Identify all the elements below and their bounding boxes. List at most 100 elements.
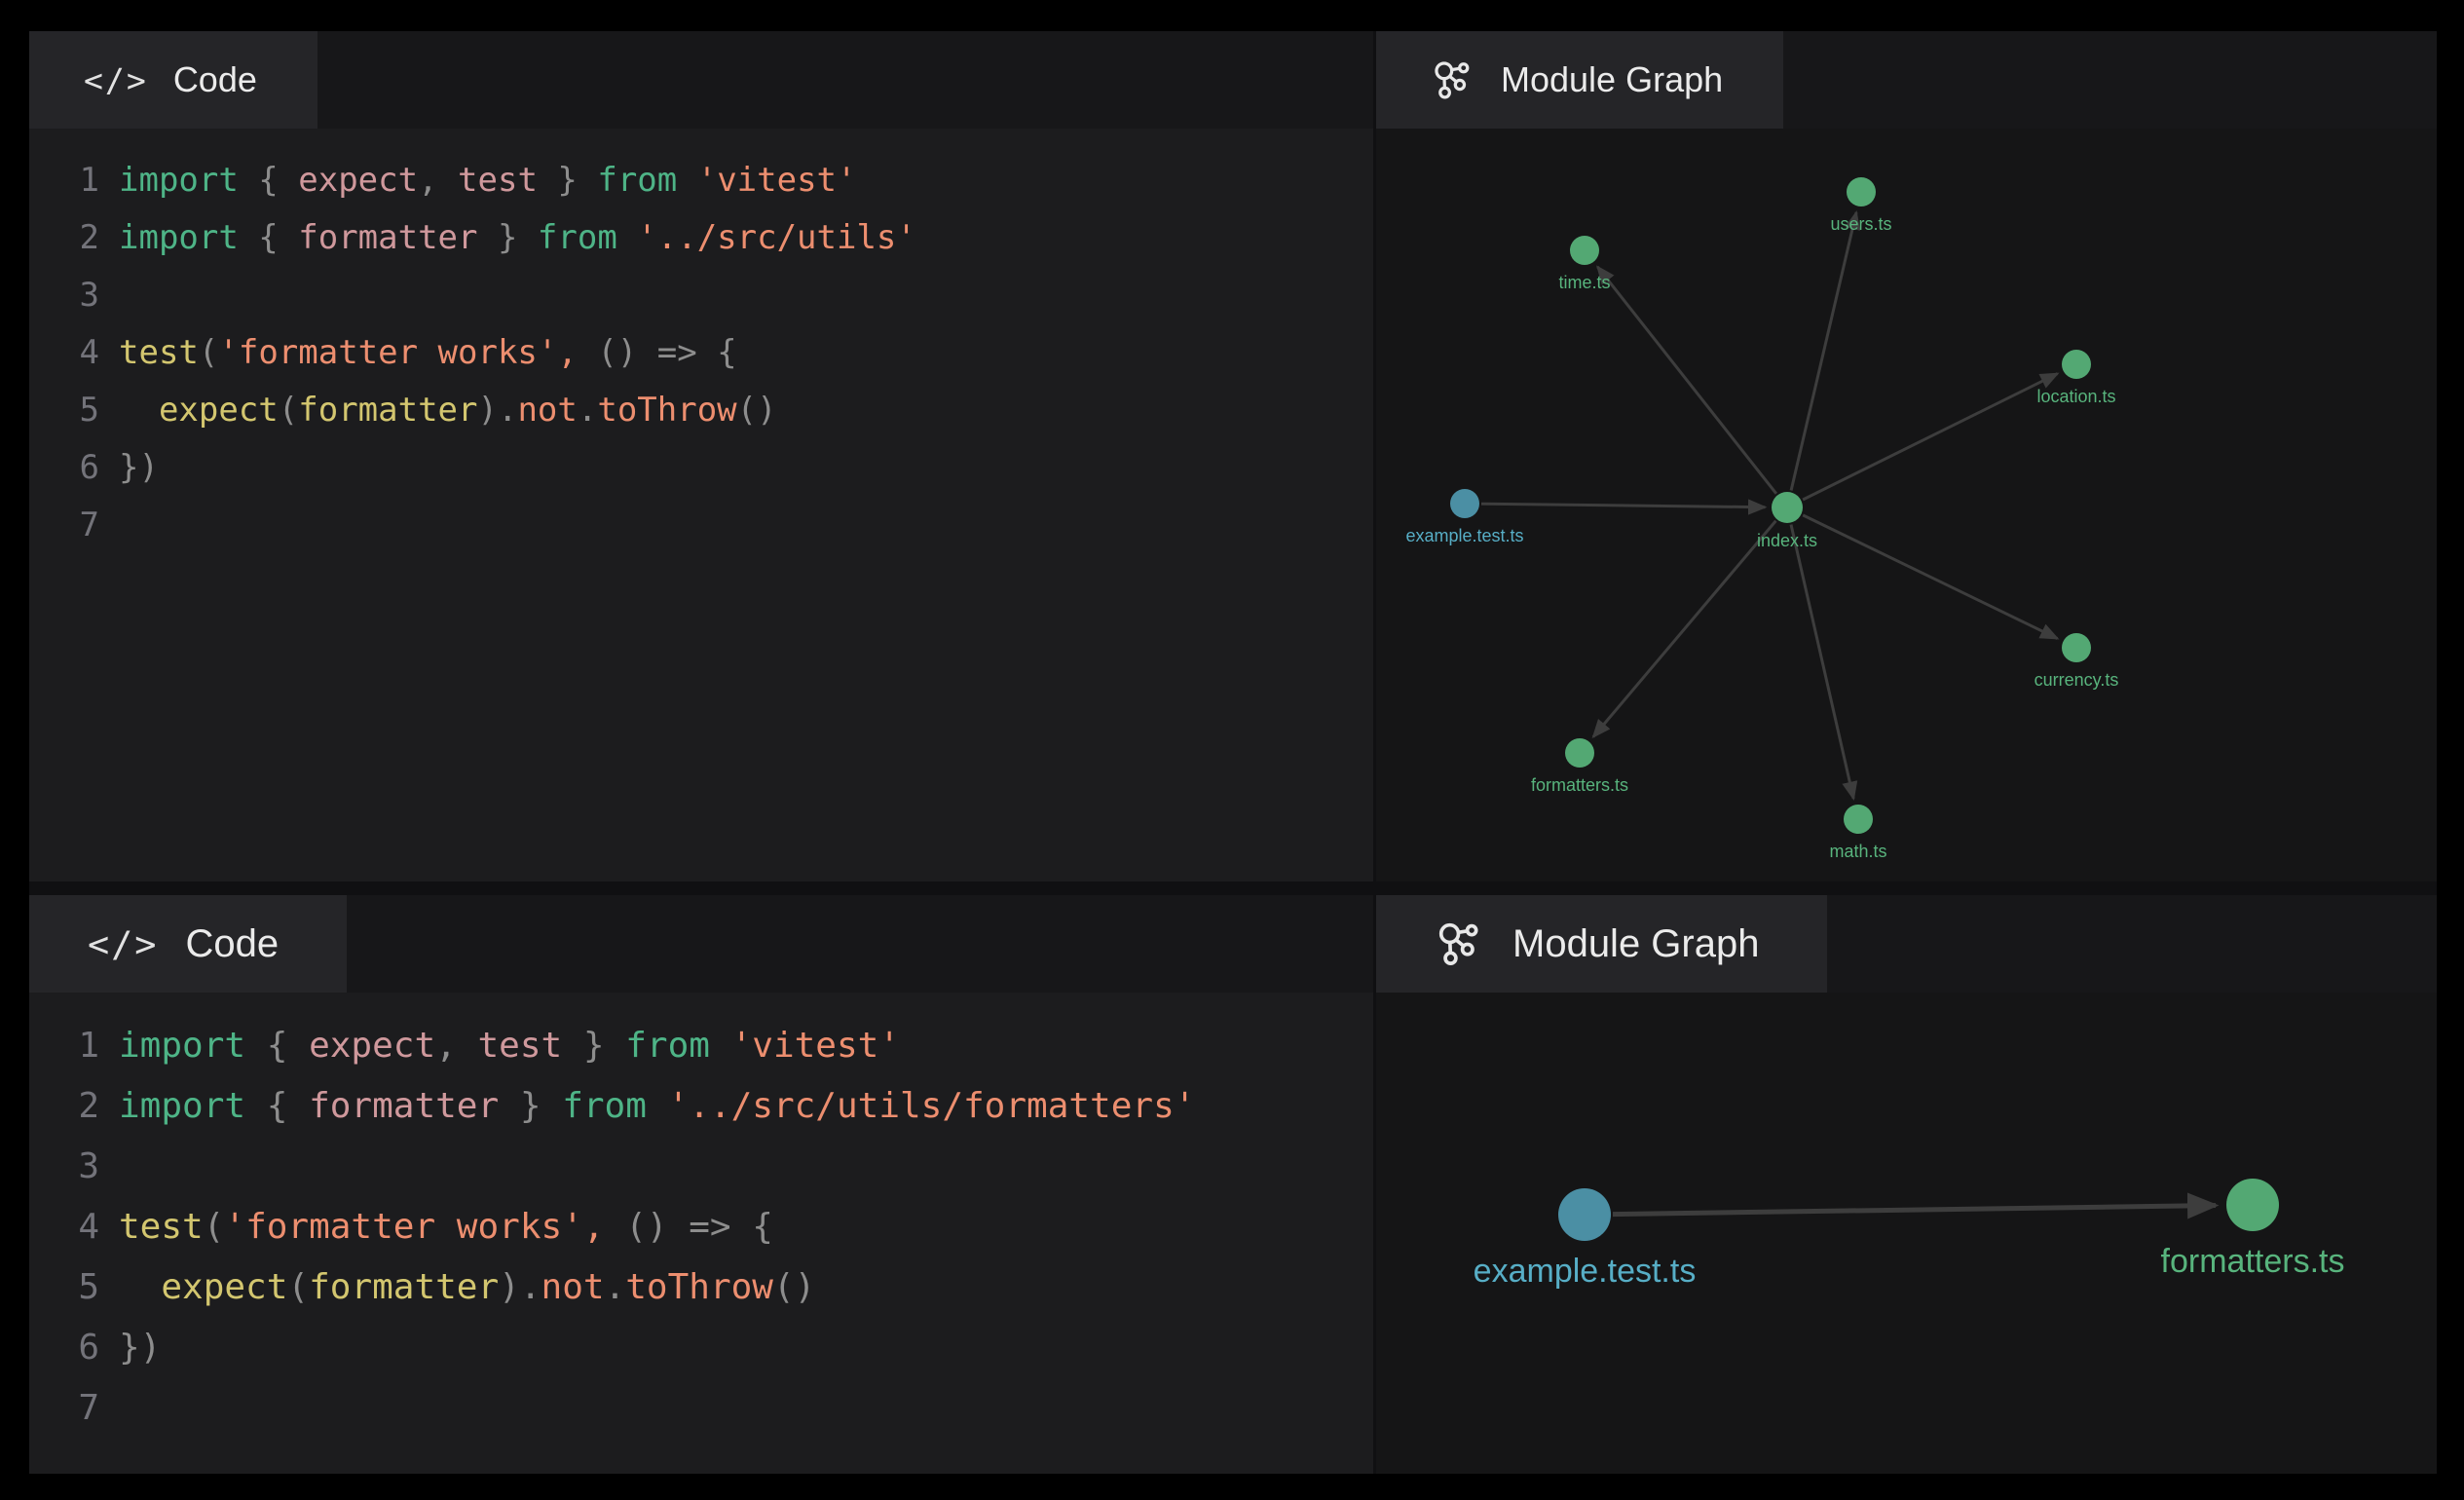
code-token: 'formatter works', bbox=[224, 1207, 604, 1247]
code-token: , bbox=[435, 1026, 477, 1066]
graph-edge-index.ts-to-math.ts bbox=[1791, 525, 1853, 799]
graph-node-label-location.ts: location.ts bbox=[2036, 387, 2115, 406]
code-token: import bbox=[119, 218, 239, 257]
code-editor-bottom: 1import { expect, test } from 'vitest'2i… bbox=[29, 993, 1373, 1474]
code-token: not bbox=[541, 1267, 605, 1307]
module-graph-icon bbox=[1431, 57, 1475, 102]
code-panel-bottom-header: </> Code bbox=[29, 895, 1373, 993]
module-graph-svg: example.test.tsformatters.ts bbox=[1376, 993, 2437, 1474]
code-token bbox=[119, 391, 159, 430]
code-panel-top-header: </> Code bbox=[29, 31, 1373, 129]
graph-node-label-time.ts: time.ts bbox=[1558, 273, 1610, 292]
module-graph-canvas-bottom[interactable]: example.test.tsformatters.ts bbox=[1376, 993, 2437, 1474]
graph-edge-index.ts-to-time.ts bbox=[1597, 267, 1775, 494]
line-number: 7 bbox=[56, 497, 99, 554]
graph-node-location.ts[interactable] bbox=[2062, 350, 2091, 379]
graph-edge-example.test.ts-to-formatters.ts bbox=[1613, 1206, 2216, 1215]
code-token: '../src/utils/formatters' bbox=[668, 1086, 1196, 1126]
code-token: import bbox=[119, 1086, 245, 1126]
code-line: 6}) bbox=[56, 1318, 1373, 1378]
module-graph-canvas-top[interactable]: time.tsusers.tslocation.tsexample.test.t… bbox=[1376, 129, 2437, 881]
code-token: formatter bbox=[309, 1086, 499, 1126]
line-number: 1 bbox=[56, 152, 99, 209]
code-token bbox=[677, 161, 696, 200]
graph-node-formatters.ts[interactable] bbox=[2226, 1179, 2279, 1231]
code-token: expect bbox=[159, 391, 279, 430]
code-panel-bottom: </> Code 1import { expect, test } from '… bbox=[29, 895, 1373, 1474]
graph-node-time.ts[interactable] bbox=[1570, 236, 1599, 265]
graph-edge-index.ts-to-location.ts bbox=[1803, 374, 2058, 500]
graph-node-example.test.ts[interactable] bbox=[1558, 1188, 1611, 1241]
graph-edge-index.ts-to-currency.ts bbox=[1803, 515, 2057, 639]
code-line: 1import { expect, test } from 'vitest' bbox=[56, 1016, 1373, 1076]
graph-node-label-example.test.ts: example.test.ts bbox=[1474, 1253, 1697, 1290]
code-token: . bbox=[605, 1267, 626, 1307]
module-graph-tab-top[interactable]: Module Graph bbox=[1376, 31, 1783, 129]
code-token: { bbox=[245, 1086, 309, 1126]
code-token: ). bbox=[499, 1267, 541, 1307]
code-tab-bottom[interactable]: </> Code bbox=[29, 895, 347, 993]
code-line: 3 bbox=[56, 267, 1373, 324]
code-editor-top: 1import { expect, test } from 'vitest'2i… bbox=[29, 129, 1373, 881]
code-tab-label: Code bbox=[173, 59, 257, 100]
line-number: 2 bbox=[56, 209, 99, 267]
code-line: 5 expect(formatter).not.toThrow() bbox=[56, 1257, 1373, 1318]
code-token: 'vitest' bbox=[731, 1026, 900, 1066]
graph-node-label-currency.ts: currency.ts bbox=[2035, 670, 2119, 690]
code-token bbox=[617, 218, 637, 257]
module-graph-svg: time.tsusers.tslocation.tsexample.test.t… bbox=[1376, 129, 2437, 881]
line-number: 5 bbox=[56, 1257, 99, 1318]
code-token bbox=[647, 1086, 668, 1126]
module-graph-tab-bottom[interactable]: Module Graph bbox=[1376, 895, 1827, 993]
graph-edge-index.ts-to-formatters.ts bbox=[1593, 521, 1775, 737]
graph-node-users.ts[interactable] bbox=[1847, 177, 1876, 206]
graph-edge-index.ts-to-users.ts bbox=[1791, 212, 1856, 490]
code-line: 4test('formatter works', () => { bbox=[56, 324, 1373, 382]
code-icon: </> bbox=[88, 923, 158, 965]
code-token: from bbox=[562, 1086, 647, 1126]
code-token: test bbox=[119, 1207, 204, 1247]
code-line: 3 bbox=[56, 1137, 1373, 1197]
graph-node-math.ts[interactable] bbox=[1844, 805, 1873, 834]
line-number: 3 bbox=[56, 267, 99, 324]
code-token: from bbox=[538, 218, 617, 257]
graph-node-label-formatters.ts: formatters.ts bbox=[1531, 775, 1628, 795]
code-line: 2import { formatter } from '../src/utils… bbox=[56, 1076, 1373, 1137]
graph-node-currency.ts[interactable] bbox=[2062, 633, 2091, 662]
code-token: } bbox=[477, 218, 537, 257]
graph-node-index.ts[interactable] bbox=[1772, 492, 1803, 523]
line-number: 5 bbox=[56, 382, 99, 439]
panels-grid: </> Code 1 import { expect, test } from '… bbox=[29, 31, 2437, 1474]
module-graph-panel-top: Module Graph time.tsusers.tslocation.tse… bbox=[1376, 31, 2437, 881]
code-token: () => { bbox=[578, 333, 737, 372]
line-number: 2 bbox=[56, 1076, 99, 1137]
code-token: expect bbox=[161, 1267, 287, 1307]
graph-node-formatters.ts[interactable] bbox=[1565, 738, 1594, 768]
code-token: import bbox=[119, 161, 239, 200]
code-token: not bbox=[517, 391, 577, 430]
code-token: formatter bbox=[298, 391, 477, 430]
code-token: ( bbox=[287, 1267, 309, 1307]
code-token: 'formatter works', bbox=[218, 333, 577, 372]
code-line: 1import { expect, test } from 'vitest' bbox=[56, 152, 1373, 209]
code-line: 7 bbox=[56, 497, 1373, 554]
module-graph-tab-label: Module Graph bbox=[1501, 59, 1723, 100]
graph-node-example.test.ts[interactable] bbox=[1450, 489, 1479, 518]
code-tab-top[interactable]: </> Code bbox=[29, 31, 317, 129]
code-token: import bbox=[119, 1026, 245, 1066]
code-token: . bbox=[578, 391, 597, 430]
line-number: 4 bbox=[56, 324, 99, 382]
code-token: formatter bbox=[309, 1267, 499, 1307]
code-token: toThrow bbox=[625, 1267, 773, 1307]
line-number: 6 bbox=[56, 1318, 99, 1378]
graph-node-label-index.ts: index.ts bbox=[1757, 531, 1817, 550]
code-token: () => { bbox=[605, 1207, 773, 1247]
code-line: 6}) bbox=[56, 439, 1373, 497]
code-token: expect bbox=[298, 161, 418, 200]
code-token: ). bbox=[478, 391, 518, 430]
code-line: 5 expect(formatter).not.toThrow() bbox=[56, 382, 1373, 439]
module-graph-panel-bottom-header: Module Graph bbox=[1376, 895, 2437, 993]
code-token: formatter bbox=[298, 218, 477, 257]
line-number: 1 bbox=[56, 1016, 99, 1076]
line-number: 4 bbox=[56, 1197, 99, 1257]
